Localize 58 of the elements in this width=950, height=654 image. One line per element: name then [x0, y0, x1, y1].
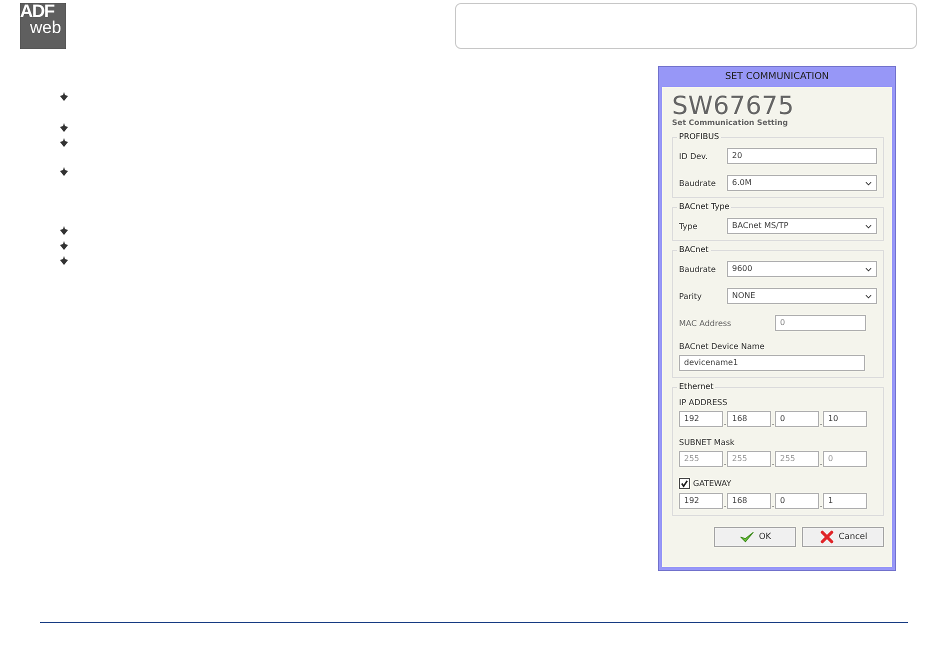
separator-dot: . — [819, 500, 823, 509]
separator-dot: . — [723, 458, 727, 467]
input-field[interactable]: 192 — [679, 493, 723, 509]
dropdown[interactable]: 9600 — [727, 261, 877, 277]
bullet-icon — [60, 138, 68, 147]
group-title: BACnet — [677, 245, 711, 255]
ok-button[interactable]: OK — [714, 527, 796, 547]
field-label: ID Dev. — [679, 152, 709, 160]
dropdown[interactable]: BACnet MS/TP — [727, 218, 877, 234]
field-label: Type — [679, 222, 698, 230]
separator-dot: . — [819, 418, 823, 427]
field-label: Parity — [679, 292, 703, 300]
group-title: Ethernet — [677, 382, 716, 392]
separator-dot: . — [771, 500, 775, 509]
group-title: BACnet Type — [677, 202, 732, 212]
separator-dot: . — [723, 500, 727, 509]
field-label: MAC Address — [679, 318, 732, 328]
bullet-icon — [60, 256, 68, 265]
logo-text: ADF — [20, 3, 54, 19]
caret-icon — [865, 224, 872, 228]
group-title: PROFIBUS — [677, 132, 722, 142]
input-field[interactable]: 20 — [727, 148, 877, 164]
field-label: SUBNET Mask — [679, 438, 734, 447]
bullet-icon — [60, 241, 68, 250]
separator-dot: . — [771, 458, 775, 467]
input-field[interactable]: 0 — [775, 411, 819, 427]
bullet-icon — [60, 167, 68, 176]
input-field[interactable]: 0 — [775, 493, 819, 509]
caret-icon — [865, 294, 872, 298]
logo-text: web — [29, 19, 62, 37]
bullet-icon — [60, 226, 68, 235]
input-field[interactable]: 10 — [823, 411, 867, 427]
bullet-icon — [60, 123, 68, 132]
caret-icon — [865, 180, 872, 186]
dropdown[interactable]: NONE — [727, 288, 877, 304]
input-field[interactable]: 0 — [775, 315, 866, 331]
separator-dot: . — [771, 418, 775, 427]
input-field[interactable]: devicename1 — [679, 355, 865, 371]
field-label: IP ADDRESS — [679, 398, 728, 407]
input-field[interactable]: 1 — [823, 493, 867, 509]
caret-icon — [865, 266, 872, 272]
separator-dot: . — [723, 418, 727, 427]
checkbox[interactable] — [679, 478, 690, 489]
field-label: Baudrate — [679, 178, 717, 188]
input-field[interactable]: 168 — [727, 411, 771, 427]
bullet-icon — [60, 92, 68, 101]
cross-icon — [818, 530, 835, 544]
field-label: Baudrate — [679, 264, 717, 274]
dialog-title: SET COMMUNICATION — [724, 70, 830, 84]
product-code: SW67675 — [672, 93, 796, 118]
separator-dot: . — [819, 458, 823, 467]
field-label: BACnet Device Name — [679, 342, 765, 351]
input-field[interactable]: 168 — [727, 493, 771, 509]
input-field[interactable]: 192 — [679, 411, 723, 427]
cancel-button[interactable]: Cancel — [802, 527, 884, 547]
checkmark-icon — [738, 530, 755, 544]
checkbox-label: GATEWAY — [693, 479, 732, 488]
dropdown[interactable]: 6.0M — [727, 175, 877, 191]
